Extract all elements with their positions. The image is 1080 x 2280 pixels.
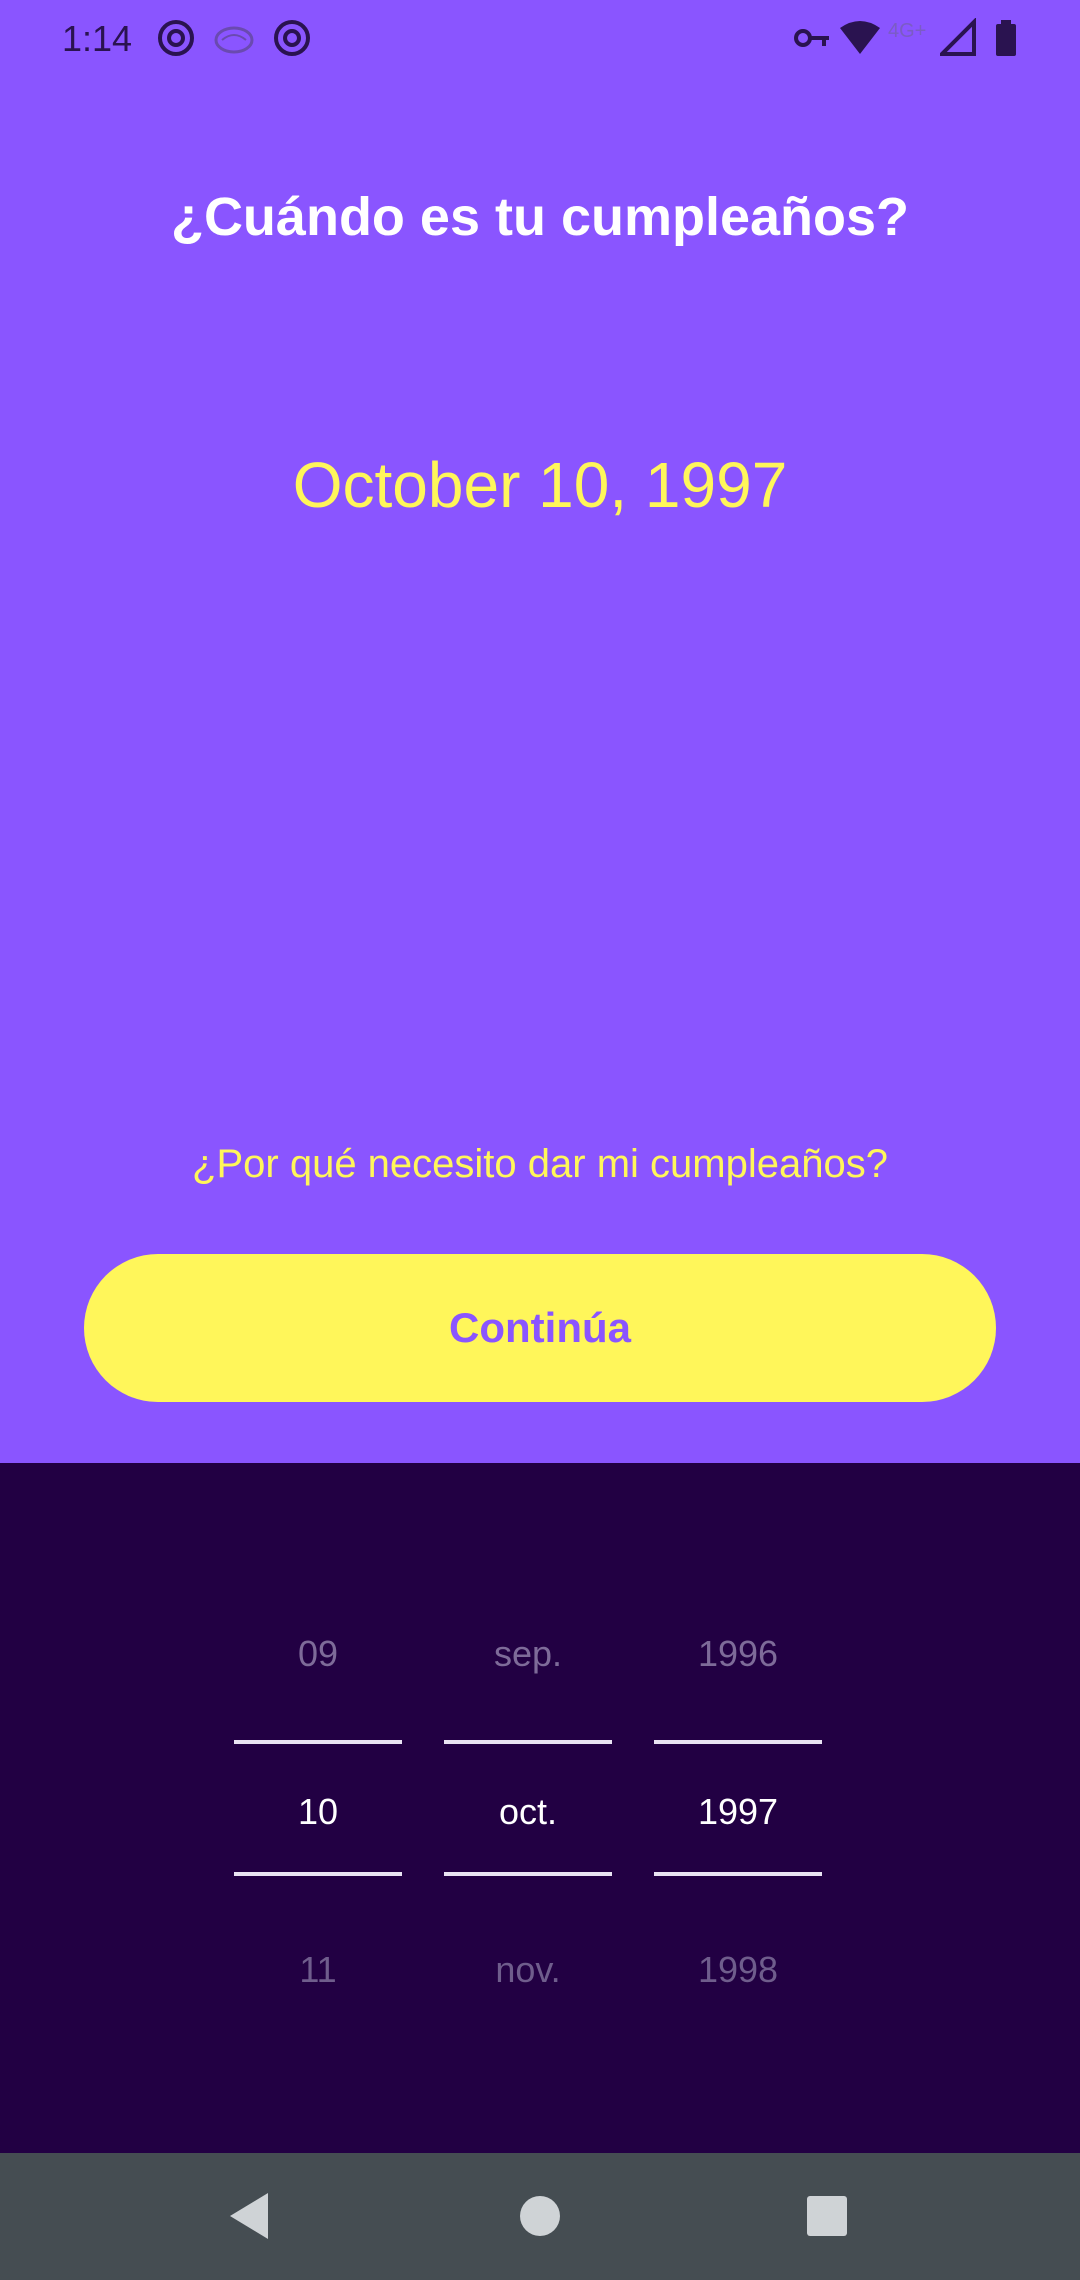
year-prev[interactable]: 1996 xyxy=(654,1633,822,1675)
month-next[interactable]: nov. xyxy=(444,1949,612,1991)
year-divider-bottom xyxy=(654,1872,822,1876)
main-panel: 1:14 4G+ ¿Cuándo es tu cumpleaños? Octob… xyxy=(0,0,1080,1463)
month-selected[interactable]: oct. xyxy=(444,1791,612,1833)
day-selected[interactable]: 10 xyxy=(234,1791,402,1833)
year-selected[interactable]: 1997 xyxy=(654,1791,822,1833)
recents-icon[interactable] xyxy=(792,2181,862,2251)
month-divider-bottom xyxy=(444,1872,612,1876)
brain-icon xyxy=(212,18,256,63)
battery-icon xyxy=(994,18,1018,63)
month-divider-top xyxy=(444,1740,612,1744)
status-time: 1:14 xyxy=(62,18,133,59)
signal-4g-icon xyxy=(937,17,976,63)
home-icon[interactable] xyxy=(505,2181,575,2251)
selected-date-display: October 10, 1997 xyxy=(292,449,788,521)
day-divider-bottom xyxy=(234,1872,402,1876)
day-wheel[interactable]: 09 10 11 xyxy=(234,1463,402,2153)
year-next[interactable]: 1998 xyxy=(654,1949,822,1991)
why-birthday-link[interactable]: ¿Por qué necesito dar mi cumpleaños? xyxy=(0,1142,1080,1187)
year-wheel[interactable]: 1996 1997 1998 xyxy=(654,1463,822,2153)
date-picker: 09 10 11 sep. oct. nov. 1996 1997 1998 xyxy=(0,1463,1080,2153)
day-prev[interactable]: 09 xyxy=(234,1633,402,1675)
at-sign-icon xyxy=(272,18,312,63)
month-wheel[interactable]: sep. oct. nov. xyxy=(444,1463,612,2153)
continue-button[interactable]: Continúa xyxy=(84,1254,996,1402)
key-icon xyxy=(792,18,832,63)
navigation-bar xyxy=(0,2153,1080,2280)
network-type: 4G+ xyxy=(888,20,927,42)
page-title: ¿Cuándo es tu cumpleaños? xyxy=(170,187,910,247)
day-divider-top xyxy=(234,1740,402,1744)
back-icon[interactable] xyxy=(214,2181,284,2251)
at-sign-icon xyxy=(156,18,196,63)
status-bar: 1:14 4G+ xyxy=(0,0,1080,80)
wifi-icon xyxy=(838,18,882,63)
year-divider-top xyxy=(654,1740,822,1744)
month-prev[interactable]: sep. xyxy=(444,1633,612,1675)
day-next[interactable]: 11 xyxy=(234,1949,402,1991)
